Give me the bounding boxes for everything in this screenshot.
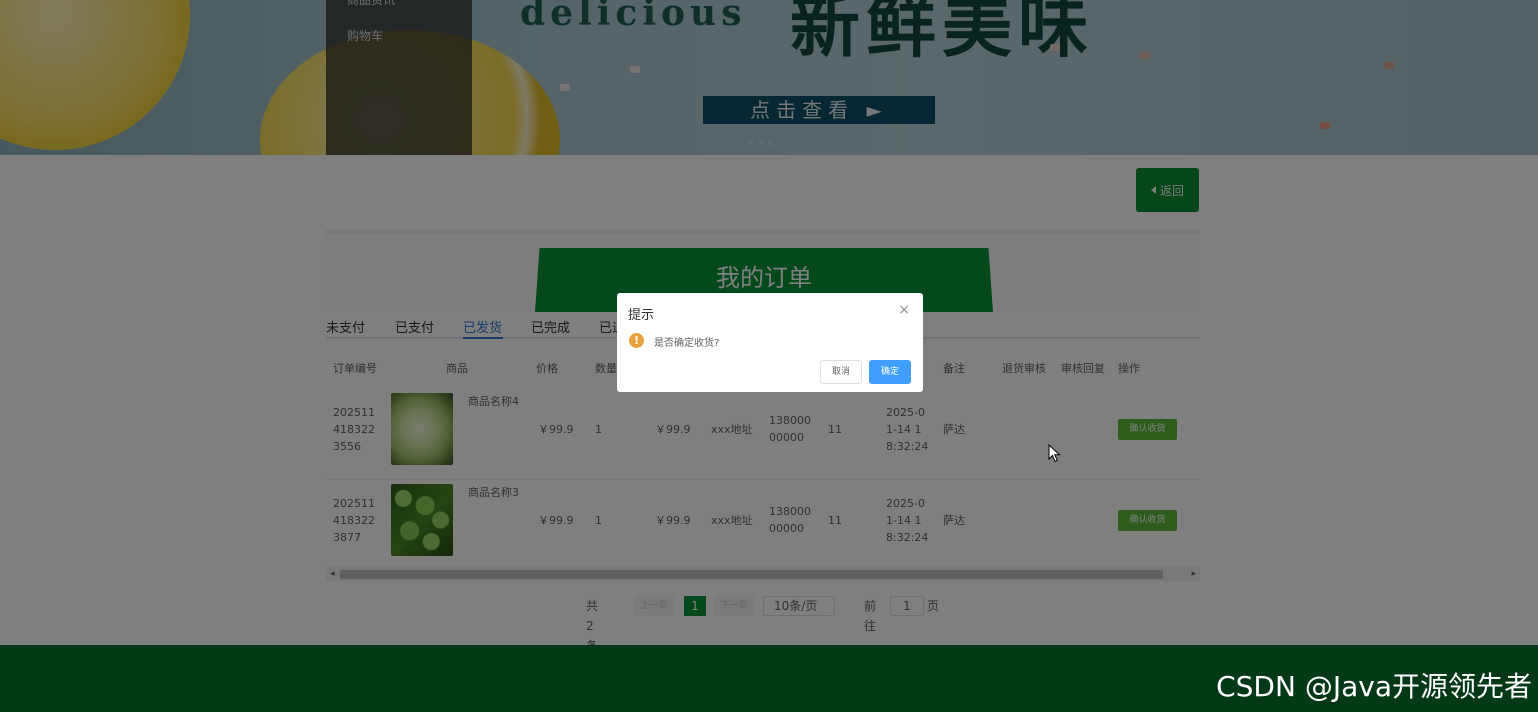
confirm-dialog: 提示 × ! 是否确定收货? 取消 确定 [617, 293, 923, 392]
dialog-title: 提示 [628, 308, 655, 323]
cancel-button[interactable]: 取消 [820, 360, 862, 384]
watermark: CSDN @Java开源领先者 [1216, 670, 1532, 703]
mouse-cursor-icon [1048, 444, 1061, 463]
warning-icon: ! [629, 333, 644, 348]
confirm-button[interactable]: 确定 [869, 360, 911, 384]
close-icon[interactable]: × [898, 302, 910, 318]
dialog-message: 是否确定收货? [654, 338, 720, 349]
